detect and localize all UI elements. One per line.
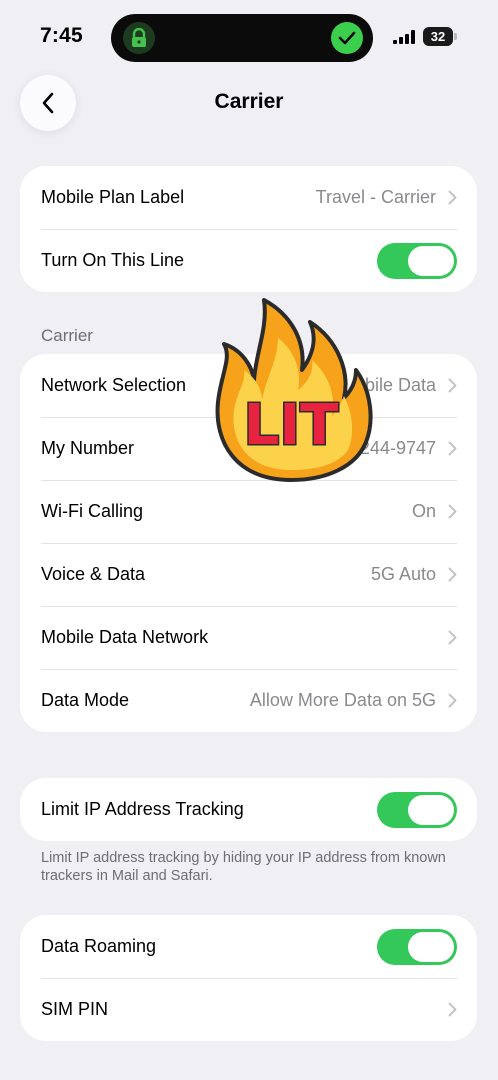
sim-pin-row[interactable]: SIM PIN: [20, 978, 477, 1041]
mobile-data-network-row[interactable]: Mobile Data Network: [20, 606, 477, 669]
row-label: My Number: [41, 438, 135, 458]
battery-level: 32: [430, 29, 446, 44]
chevron-right-icon: [448, 630, 457, 645]
chevron-right-icon: [448, 190, 457, 205]
signal-icon: [393, 30, 415, 44]
dynamic-island: [111, 14, 373, 62]
voice-and-data-row[interactable]: Voice & Data 5G Auto: [20, 543, 477, 606]
row-value: Allow More Data on 5G: [249, 690, 436, 710]
battery-icon: 32: [423, 27, 457, 46]
turn-on-line-toggle[interactable]: [377, 242, 457, 279]
chevron-right-icon: [448, 693, 457, 708]
limit-ip-tracking-row: Limit IP Address Tracking: [20, 778, 477, 841]
row-label: Turn On This Line: [41, 250, 185, 270]
chevron-right-icon: [448, 567, 457, 582]
row-label: Wi-Fi Calling: [41, 501, 144, 521]
lit-flame-sticker: LIT: [215, 298, 373, 482]
status-time: 7:45: [40, 24, 83, 47]
chevron-right-icon: [448, 504, 457, 519]
limit-ip-tracking-toggle[interactable]: [377, 791, 457, 828]
roaming-group: Data Roaming SIM PIN: [20, 915, 477, 1041]
ip-tracking-footer: Limit IP address tracking by hiding your…: [41, 850, 446, 884]
row-value: On: [411, 501, 436, 521]
row-label: Limit IP Address Tracking: [41, 799, 244, 819]
data-roaming-toggle[interactable]: [377, 928, 457, 965]
row-label: SIM PIN: [41, 999, 109, 1019]
page-title: Carrier: [214, 90, 284, 113]
chevron-right-icon: [448, 1002, 457, 1017]
row-label: Voice & Data: [41, 564, 146, 584]
chevron-right-icon: [448, 378, 457, 393]
vpn-lock-icon: [123, 22, 155, 54]
row-label: Network Selection: [41, 375, 187, 395]
wifi-calling-row[interactable]: Wi-Fi Calling On: [20, 480, 477, 543]
turn-on-line-row: Turn On This Line: [20, 229, 477, 292]
ip-tracking-group: Limit IP Address Tracking: [20, 778, 477, 841]
row-value: 5G Auto: [370, 564, 436, 584]
row-label: Data Roaming: [41, 936, 157, 956]
row-label: Mobile Data Network: [41, 627, 209, 647]
mobile-plan-label-row[interactable]: Mobile Plan Label Travel - Carrier: [20, 166, 477, 229]
row-label: Mobile Plan Label: [41, 187, 185, 207]
chevron-right-icon: [448, 441, 457, 456]
sticker-text: LIT: [244, 393, 339, 458]
data-roaming-row: Data Roaming: [20, 915, 477, 978]
carrier-section-header: Carrier: [41, 326, 93, 345]
plan-group: Mobile Plan Label Travel - Carrier Turn …: [20, 166, 477, 292]
checkmark-icon: [331, 22, 363, 54]
data-mode-row[interactable]: Data Mode Allow More Data on 5G: [20, 669, 477, 732]
row-label: Data Mode: [41, 690, 130, 710]
row-value: Travel - Carrier: [315, 187, 436, 207]
